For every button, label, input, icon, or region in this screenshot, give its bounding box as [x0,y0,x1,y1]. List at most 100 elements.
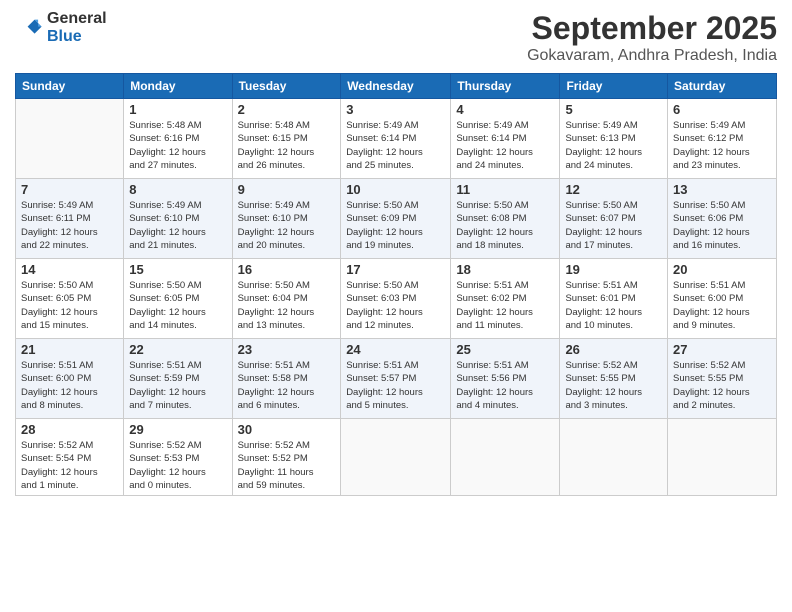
table-row: 13 Sunrise: 5:50 AM Sunset: 6:06 PM Dayli… [668,179,777,259]
day-detail: Sunrise: 5:50 AM Sunset: 6:08 PM Dayligh… [456,199,554,252]
table-row: 19Sunrise: 5:51 AM Sunset: 6:01 PM Dayli… [560,259,668,339]
col-thursday: Thursday [451,74,560,99]
month-title: September 2025 [527,10,777,47]
day-number: 22 [129,342,226,357]
day-detail: Sunrise: 5:51 AM Sunset: 6:00 PM Dayligh… [673,279,771,332]
table-row [16,99,124,179]
col-saturday: Saturday [668,74,777,99]
day-number: 3 [346,102,445,117]
header: General Blue September 2025 Gokavaram, A… [15,10,777,65]
day-detail: Sunrise: 5:48 AM Sunset: 6:16 PM Dayligh… [129,119,226,172]
day-number: 18 [456,262,554,277]
table-row: 10Sunrise: 5:50 AM Sunset: 6:09 PM Dayli… [341,179,451,259]
calendar-week-row: 7 Sunrise: 5:49 AM Sunset: 6:11 PM Daylig… [16,179,777,259]
table-row: 9 Sunrise: 5:49 AM Sunset: 6:10 PM Daylig… [232,179,341,259]
day-number: 4 [456,102,554,117]
logo-icon [15,14,43,42]
calendar-week-row: 28Sunrise: 5:52 AM Sunset: 5:54 PM Dayli… [16,419,777,496]
table-row: 30 Sunrise: 5:52 AM Sunset: 5:52 PM Dayli… [232,419,341,496]
col-wednesday: Wednesday [341,74,451,99]
day-detail: Sunrise: 5:50 AM Sunset: 6:04 PM Dayligh… [238,279,336,332]
day-number: 6 [673,102,771,117]
calendar-week-row: 1Sunrise: 5:48 AM Sunset: 6:16 PM Daylig… [16,99,777,179]
table-row: 2 Sunrise: 5:48 AM Sunset: 6:15 PM Daylig… [232,99,341,179]
day-number: 7 [21,182,118,197]
day-detail: Sunrise: 5:48 AM Sunset: 6:15 PM Dayligh… [238,119,336,172]
calendar: Sunday Monday Tuesday Wednesday Thursday… [15,73,777,496]
day-detail: Sunrise: 5:52 AM Sunset: 5:54 PM Dayligh… [21,439,118,492]
day-detail: Sunrise: 5:51 AM Sunset: 6:00 PM Dayligh… [21,359,118,412]
table-row: 12 Sunrise: 5:50 AM Sunset: 6:07 PM Dayli… [560,179,668,259]
day-number: 25 [456,342,554,357]
table-row: 3 Sunrise: 5:49 AM Sunset: 6:14 PM Daylig… [341,99,451,179]
day-detail: Sunrise: 5:50 AM Sunset: 6:05 PM Dayligh… [21,279,118,332]
table-row: 7 Sunrise: 5:49 AM Sunset: 6:11 PM Daylig… [16,179,124,259]
page: General Blue September 2025 Gokavaram, A… [0,0,792,612]
day-detail: Sunrise: 5:51 AM Sunset: 6:01 PM Dayligh… [565,279,662,332]
day-detail: Sunrise: 5:50 AM Sunset: 6:03 PM Dayligh… [346,279,445,332]
table-row: 23 Sunrise: 5:51 AM Sunset: 5:58 PM Dayli… [232,339,341,419]
table-row: 26 Sunrise: 5:52 AM Sunset: 5:55 PM Dayli… [560,339,668,419]
day-detail: Sunrise: 5:52 AM Sunset: 5:55 PM Dayligh… [565,359,662,412]
day-detail: Sunrise: 5:49 AM Sunset: 6:11 PM Dayligh… [21,199,118,252]
table-row: 14Sunrise: 5:50 AM Sunset: 6:05 PM Dayli… [16,259,124,339]
day-number: 12 [565,182,662,197]
day-detail: Sunrise: 5:51 AM Sunset: 5:57 PM Dayligh… [346,359,445,412]
day-detail: Sunrise: 5:51 AM Sunset: 5:59 PM Dayligh… [129,359,226,412]
table-row: 16 Sunrise: 5:50 AM Sunset: 6:04 PM Dayli… [232,259,341,339]
table-row: 25 Sunrise: 5:51 AM Sunset: 5:56 PM Dayli… [451,339,560,419]
table-row: 18 Sunrise: 5:51 AM Sunset: 6:02 PM Dayli… [451,259,560,339]
table-row: 24 Sunrise: 5:51 AM Sunset: 5:57 PM Dayli… [341,339,451,419]
day-detail: Sunrise: 5:49 AM Sunset: 6:10 PM Dayligh… [238,199,336,252]
table-row: 22 Sunrise: 5:51 AM Sunset: 5:59 PM Dayli… [124,339,232,419]
calendar-week-row: 14Sunrise: 5:50 AM Sunset: 6:05 PM Dayli… [16,259,777,339]
day-detail: Sunrise: 5:50 AM Sunset: 6:07 PM Dayligh… [565,199,662,252]
day-number: 20 [673,262,771,277]
table-row [341,419,451,496]
table-row: 1Sunrise: 5:48 AM Sunset: 6:16 PM Daylig… [124,99,232,179]
col-friday: Friday [560,74,668,99]
table-row: 8 Sunrise: 5:49 AM Sunset: 6:10 PM Daylig… [124,179,232,259]
title-block: September 2025 Gokavaram, Andhra Pradesh… [527,10,777,65]
day-number: 24 [346,342,445,357]
day-number: 8 [129,182,226,197]
day-detail: Sunrise: 5:49 AM Sunset: 6:10 PM Dayligh… [129,199,226,252]
table-row: 4 Sunrise: 5:49 AM Sunset: 6:14 PM Daylig… [451,99,560,179]
day-detail: Sunrise: 5:51 AM Sunset: 6:02 PM Dayligh… [456,279,554,332]
day-detail: Sunrise: 5:51 AM Sunset: 5:58 PM Dayligh… [238,359,336,412]
day-number: 2 [238,102,336,117]
day-number: 9 [238,182,336,197]
location: Gokavaram, Andhra Pradesh, India [527,47,777,65]
day-detail: Sunrise: 5:52 AM Sunset: 5:55 PM Dayligh… [673,359,771,412]
table-row: 27Sunrise: 5:52 AM Sunset: 5:55 PM Dayli… [668,339,777,419]
day-detail: Sunrise: 5:49 AM Sunset: 6:14 PM Dayligh… [456,119,554,172]
day-number: 5 [565,102,662,117]
calendar-header-row: Sunday Monday Tuesday Wednesday Thursday… [16,74,777,99]
col-sunday: Sunday [16,74,124,99]
table-row [560,419,668,496]
day-detail: Sunrise: 5:49 AM Sunset: 6:14 PM Dayligh… [346,119,445,172]
table-row: 28Sunrise: 5:52 AM Sunset: 5:54 PM Dayli… [16,419,124,496]
day-number: 21 [21,342,118,357]
day-number: 15 [129,262,226,277]
day-detail: Sunrise: 5:52 AM Sunset: 5:52 PM Dayligh… [238,439,336,492]
day-number: 10 [346,182,445,197]
table-row [451,419,560,496]
day-detail: Sunrise: 5:50 AM Sunset: 6:05 PM Dayligh… [129,279,226,332]
day-number: 16 [238,262,336,277]
table-row: 5 Sunrise: 5:49 AM Sunset: 6:13 PM Daylig… [560,99,668,179]
table-row: 17Sunrise: 5:50 AM Sunset: 6:03 PM Dayli… [341,259,451,339]
col-monday: Monday [124,74,232,99]
day-number: 11 [456,182,554,197]
day-number: 23 [238,342,336,357]
table-row: 29Sunrise: 5:52 AM Sunset: 5:53 PM Dayli… [124,419,232,496]
day-number: 26 [565,342,662,357]
day-detail: Sunrise: 5:49 AM Sunset: 6:13 PM Dayligh… [565,119,662,172]
table-row: 20 Sunrise: 5:51 AM Sunset: 6:00 PM Dayli… [668,259,777,339]
day-detail: Sunrise: 5:50 AM Sunset: 6:06 PM Dayligh… [673,199,771,252]
day-detail: Sunrise: 5:49 AM Sunset: 6:12 PM Dayligh… [673,119,771,172]
day-detail: Sunrise: 5:51 AM Sunset: 5:56 PM Dayligh… [456,359,554,412]
logo: General Blue [15,10,107,46]
day-number: 30 [238,422,336,437]
day-number: 13 [673,182,771,197]
